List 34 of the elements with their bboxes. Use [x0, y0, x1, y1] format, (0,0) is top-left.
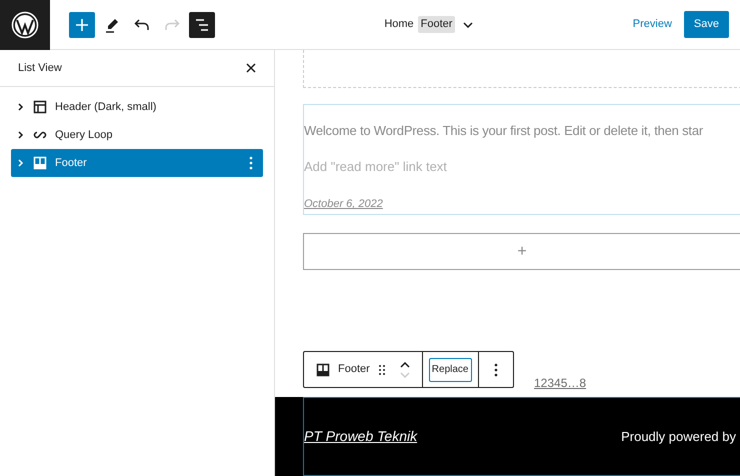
pencil-icon: [104, 16, 120, 32]
footer-block-icon: [33, 156, 47, 170]
header-block-icon: [33, 100, 47, 114]
undo-icon: [134, 18, 150, 32]
credit-text: Proudly powered by: [621, 428, 736, 446]
close-icon[interactable]: [246, 63, 256, 73]
block-appender[interactable]: +: [303, 233, 740, 270]
plus-icon: [75, 18, 89, 32]
footer-block-icon[interactable]: [316, 362, 330, 376]
breadcrumb-item[interactable]: Footer: [418, 16, 456, 33]
post-excerpt: Welcome to WordPress. This is your first post. Edit or delete it, then star: [304, 122, 704, 140]
chevron-right-icon[interactable]: [18, 131, 24, 139]
replace-button[interactable]: Replace: [428, 358, 472, 382]
panel-title: List View: [18, 60, 62, 76]
save-button[interactable]: Save: [684, 11, 729, 38]
wordpress-logo-icon[interactable]: [11, 10, 39, 38]
more-options-icon[interactable]: [494, 362, 498, 376]
chevron-down-icon[interactable]: [463, 22, 474, 28]
listview-button[interactable]: [189, 12, 215, 38]
move-up-icon[interactable]: [400, 362, 410, 368]
site-title-link[interactable]: PT Proweb Teknik: [304, 426, 418, 447]
breadcrumb-item[interactable]: Home: [384, 16, 414, 33]
list-view-icon: [194, 18, 210, 32]
block-name: Footer: [338, 362, 370, 378]
post-date[interactable]: October 6, 2022: [304, 196, 383, 212]
move-down-icon: [400, 372, 410, 378]
add-button[interactable]: [69, 12, 95, 38]
list-view-item[interactable]: Header (Dark, small): [11, 93, 263, 121]
pagination-numbers[interactable]: 12345…8: [534, 376, 586, 390]
drag-handle-icon[interactable]: [378, 364, 386, 376]
chevron-right-icon[interactable]: [18, 103, 24, 111]
preview-button[interactable]: Preview: [632, 16, 672, 33]
redo-icon: [164, 18, 180, 32]
list-view-item[interactable]: Query Loop: [11, 121, 263, 149]
